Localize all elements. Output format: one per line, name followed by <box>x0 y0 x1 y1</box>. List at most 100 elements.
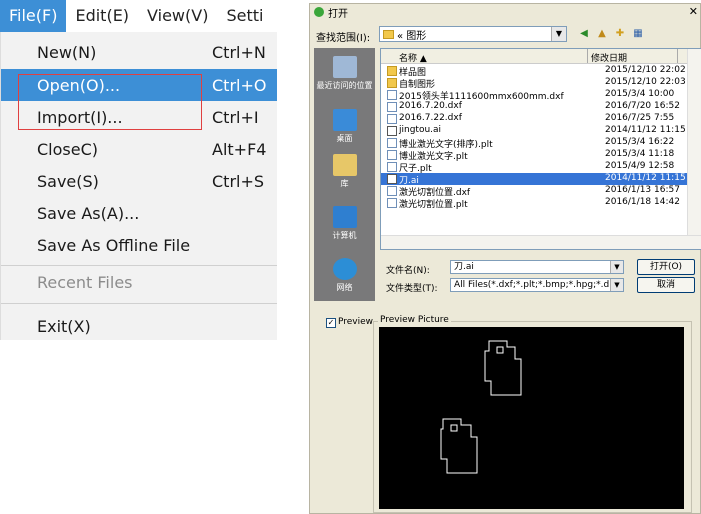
menu-item-label: Save As Offline File <box>37 235 191 255</box>
desktop-icon <box>332 109 357 131</box>
menu-item-label: CloseC) <box>37 139 98 159</box>
place-network[interactable]: 网络 <box>314 258 375 293</box>
close-icon[interactable]: ✕ <box>689 5 698 18</box>
file-name: jingtou.ai <box>399 125 442 135</box>
file-date: 2014/11/12 11:15 <box>605 173 686 183</box>
menu-item-shortcut: Alt+F4 <box>212 139 267 159</box>
file-row[interactable]: 样品图 2015/12/10 22:02 <box>381 65 701 78</box>
document-icon <box>387 126 397 136</box>
menu-item-label: New(N) <box>37 42 97 62</box>
document-icon <box>387 174 397 184</box>
file-list-header: 名称 ▲ 修改日期 <box>381 49 701 64</box>
place-computer[interactable]: 计算机 <box>314 206 375 241</box>
file-date: 2015/3/4 11:18 <box>605 149 675 159</box>
menu-item-shortcut: Ctrl+S <box>212 171 265 191</box>
menu-item-close[interactable]: CloseC) Alt+F4 <box>1 133 277 165</box>
view-menu-icon[interactable]: ▦ <box>631 26 645 40</box>
file-icon <box>387 162 397 172</box>
new-folder-icon[interactable]: ✚ <box>613 26 627 40</box>
file-date: 2016/7/20 16:52 <box>605 101 680 111</box>
menu-item-new[interactable]: New(N) Ctrl+N <box>1 36 277 68</box>
filetype-label: 文件类型(T): <box>386 284 438 294</box>
place-library[interactable]: 库 <box>314 154 375 189</box>
place-recent[interactable]: 最近访问的位置 <box>314 56 375 91</box>
file-icon <box>387 186 397 196</box>
app-icon <box>314 7 324 17</box>
preview-picture <box>379 327 684 509</box>
column-date-header[interactable]: 修改日期 <box>591 51 627 64</box>
folder-icon <box>387 66 397 76</box>
file-row[interactable]: 激光切割位置.dxf 2016/1/13 16:57 <box>381 185 701 198</box>
menu-item-shortcut: Ctrl+N <box>212 42 266 62</box>
filename-label: 文件名(N): <box>386 266 430 276</box>
place-label: 库 <box>340 179 349 188</box>
menu-item-save-offline[interactable]: Save As Offline File <box>1 229 277 261</box>
file-row-selected[interactable]: 刀.ai 2014/11/12 11:15 <box>381 173 701 186</box>
filename-input[interactable]: 刀.ai ▼ <box>450 260 624 274</box>
file-date: 2016/7/25 7:55 <box>605 113 675 123</box>
open-button[interactable]: 打开(O) <box>637 259 695 275</box>
menu-item-exit[interactable]: Exit(X) <box>1 310 277 342</box>
file-row[interactable]: 2016.7.20.dxf 2016/7/20 16:52 <box>381 101 701 113</box>
menu-bar: File(F) Edit(E) View(V) Setti <box>0 0 276 32</box>
file-icon <box>387 114 397 124</box>
file-date: 2015/4/9 12:58 <box>605 161 675 171</box>
file-date: 2016/1/13 16:57 <box>605 185 680 195</box>
menu-separator <box>1 303 277 304</box>
folder-icon <box>383 29 394 39</box>
file-row[interactable]: 博业激光文字(排序).plt 2015/3/4 16:22 <box>381 137 701 150</box>
place-label: 网络 <box>336 283 353 292</box>
menu-item-save-as[interactable]: Save As(A)... <box>1 197 277 229</box>
menu-item-recent-files: Recent Files <box>1 266 277 298</box>
menu-settings[interactable]: Setti <box>217 0 272 32</box>
horizontal-scrollbar[interactable] <box>381 235 701 249</box>
preview-drawing <box>440 340 522 474</box>
menu-file[interactable]: File(F) <box>0 0 67 32</box>
cancel-button[interactable]: 取消 <box>637 277 695 293</box>
file-row[interactable]: jingtou.ai 2014/11/12 11:15 <box>381 125 701 137</box>
file-icon <box>387 102 397 112</box>
menu-view[interactable]: View(V) <box>138 0 217 32</box>
library-icon <box>332 154 357 176</box>
file-date: 2015/12/10 22:02 <box>605 65 686 75</box>
menu-item-label: Exit(X) <box>37 316 91 336</box>
look-in-label: 查找范围(I): <box>316 33 371 44</box>
menu-edit[interactable]: Edit(E) <box>66 0 138 32</box>
file-name: 2016.7.20.dxf <box>399 101 462 111</box>
preview-group-title: Preview Picture <box>378 315 451 325</box>
file-icon <box>387 198 397 208</box>
file-row[interactable]: 2015领头羊1111600mmx600mm.dxf 2015/3/4 10:0… <box>381 89 701 102</box>
network-icon <box>332 258 357 280</box>
file-row[interactable]: 自制图形 2015/12/10 22:03 <box>381 77 701 90</box>
recent-places-icon <box>332 56 357 78</box>
file-row[interactable]: 尺子.plt 2015/4/9 12:58 <box>381 161 701 174</box>
chevron-down-icon[interactable]: ▼ <box>551 27 566 41</box>
place-desktop[interactable]: 桌面 <box>314 109 375 144</box>
file-name: 2016.7.22.dxf <box>399 113 462 123</box>
back-icon[interactable]: ◀ <box>577 26 591 40</box>
place-label: 计算机 <box>332 231 357 240</box>
open-dialog: 打开 ✕ 查找范围(I): « 图形 ▼ ◀ ▲ ✚ ▦ 最近访问的位置 桌面 … <box>309 3 701 514</box>
dialog-toolbar: ◀ ▲ ✚ ▦ <box>577 26 645 40</box>
file-date: 2014/11/12 11:15 <box>605 125 686 135</box>
preview-checkbox[interactable]: ✓ <box>326 318 336 328</box>
menu-item-label: Recent Files <box>37 272 133 292</box>
look-in-combo[interactable]: « 图形 ▼ <box>379 26 567 42</box>
file-icon <box>387 150 397 160</box>
chevron-down-icon[interactable]: ▼ <box>610 279 623 291</box>
filetype-select[interactable]: All Files(*.dxf;*.plt;*.bmp;*.hpg;*.d ▼ <box>450 278 624 292</box>
file-row[interactable]: 激光切割位置.plt 2016/1/18 14:42 <box>381 197 701 210</box>
file-list: 名称 ▲ 修改日期 样品图 2015/12/10 22:02 自制图形 2015… <box>380 48 701 250</box>
file-row[interactable]: 博业激光文字.plt 2015/3/4 11:18 <box>381 149 701 162</box>
preview-checkbox-label: Preview <box>338 317 374 327</box>
menu-item-save[interactable]: Save(S) Ctrl+S <box>1 165 277 197</box>
up-folder-icon[interactable]: ▲ <box>595 26 609 40</box>
column-name-header[interactable]: 名称 ▲ <box>399 51 427 64</box>
vertical-scrollbar[interactable] <box>687 49 701 249</box>
look-in-value: « 图形 <box>397 30 427 42</box>
chevron-down-icon[interactable]: ▼ <box>610 261 623 273</box>
file-row[interactable]: 2016.7.22.dxf 2016/7/25 7:55 <box>381 113 701 125</box>
menu-item-shortcut: Ctrl+O <box>212 75 267 95</box>
file-date: 2016/1/18 14:42 <box>605 197 680 207</box>
folder-icon <box>387 78 397 88</box>
